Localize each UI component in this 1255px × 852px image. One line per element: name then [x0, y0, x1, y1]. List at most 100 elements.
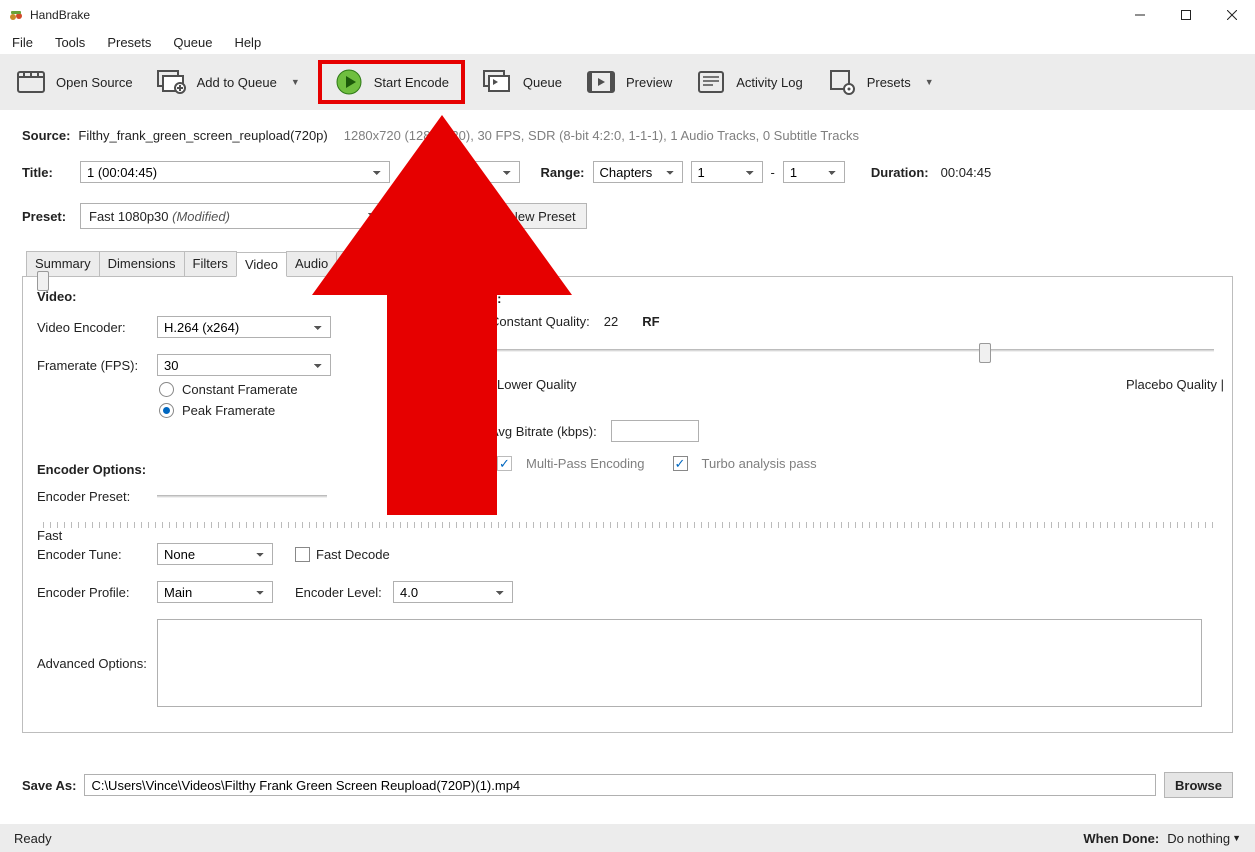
encoder-preset-label: Encoder Preset:	[37, 489, 157, 504]
range-label: Range:	[540, 165, 584, 180]
duration-label: Duration:	[871, 165, 929, 180]
activity-log-label: Activity Log	[736, 75, 802, 90]
preset-reload-button[interactable]: Reload	[393, 203, 456, 229]
radio-off-icon	[159, 382, 174, 397]
save-as-row: Save As: Browse	[22, 772, 1233, 798]
turbo-label: Turbo analysis pass	[702, 456, 817, 471]
menu-tools[interactable]: Tools	[53, 33, 87, 52]
play-icon	[334, 70, 364, 94]
constant-fr-label: Constant Framerate	[182, 382, 298, 397]
tab-subtitles[interactable]: Subtitles	[336, 251, 404, 276]
status-text: Ready	[14, 831, 52, 846]
preset-row: Preset: Fast 1080p30 (Modified) Reload S…	[22, 203, 1233, 229]
encoder-label: Video Encoder:	[37, 320, 157, 335]
presets-icon	[827, 70, 857, 94]
preview-label: Preview	[626, 75, 672, 90]
presets-button[interactable]: Presets ▼	[821, 66, 940, 98]
add-queue-icon	[157, 70, 187, 94]
avg-bitrate-label: Avg Bitrate (kbps):	[490, 424, 597, 439]
range-from-select[interactable]: 1	[691, 161, 763, 183]
minimize-button[interactable]	[1117, 0, 1163, 30]
start-encode-button[interactable]: Start Encode	[318, 60, 465, 104]
tab-audio[interactable]: Audio	[286, 251, 337, 276]
angle-select[interactable]: 1	[458, 161, 520, 183]
preset-select[interactable]: Fast 1080p30 (Modified)	[80, 203, 385, 229]
tab-dimensions[interactable]: Dimensions	[99, 251, 185, 276]
activity-log-button[interactable]: Activity Log	[690, 66, 808, 98]
preset-name: Fast 1080p30	[89, 209, 169, 224]
save-as-input[interactable]	[84, 774, 1156, 796]
start-encode-label: Start Encode	[374, 75, 449, 90]
queue-icon	[483, 70, 513, 94]
fps-select[interactable]: 30	[157, 354, 331, 376]
multipass-checkbox[interactable]	[497, 456, 512, 471]
tab-chapters[interactable]: Chapters	[403, 251, 474, 276]
window-controls	[1117, 0, 1255, 30]
preview-button[interactable]: Preview	[580, 66, 678, 98]
avg-bitrate-radio[interactable]	[461, 424, 476, 439]
title-select[interactable]: 1 (00:04:45)	[80, 161, 390, 183]
advanced-options-label: Advanced Options:	[37, 656, 157, 671]
when-done-value: Do nothing	[1167, 831, 1230, 846]
duration-value: 00:04:45	[941, 165, 992, 180]
log-icon	[696, 70, 726, 94]
range-type-select[interactable]: Chapters	[593, 161, 683, 183]
chevron-down-icon[interactable]: ▼	[291, 77, 300, 87]
fps-label: Framerate (FPS):	[37, 358, 157, 373]
avg-bitrate-input[interactable]	[611, 420, 699, 442]
range-dash: -	[771, 165, 775, 180]
tab-video[interactable]: Video	[236, 252, 287, 277]
cq-unit: RF	[642, 314, 659, 329]
encoder-preset-slider[interactable]	[157, 495, 327, 498]
menu-help[interactable]: Help	[232, 33, 263, 52]
maximize-button[interactable]	[1163, 0, 1209, 30]
queue-button[interactable]: Queue	[477, 66, 568, 98]
open-source-button[interactable]: Open Source	[10, 66, 139, 98]
title-row: Title: 1 (00:04:45) Angle: 1 Range: Chap…	[22, 161, 1233, 183]
encoder-tune-label: Encoder Tune:	[37, 547, 157, 562]
menubar: File Tools Presets Queue Help	[0, 30, 1255, 54]
encoder-profile-select[interactable]: Main	[157, 581, 273, 603]
fast-decode-checkbox[interactable]	[295, 547, 310, 562]
radio-on-icon	[159, 403, 174, 418]
source-label: Source:	[22, 128, 70, 143]
quality-slider[interactable]	[497, 349, 1214, 361]
tabs: Summary Dimensions Filters Video Audio S…	[22, 251, 1233, 277]
peak-fr-label: Peak Framerate	[182, 403, 275, 418]
preset-save-button[interactable]: Save New Preset	[464, 203, 586, 229]
chevron-down-icon[interactable]: ▼	[1232, 833, 1241, 843]
quality-section: Quality: Constant Quality: 22 RF Lower Q…	[453, 291, 1232, 471]
menu-presets[interactable]: Presets	[105, 33, 153, 52]
turbo-checkbox[interactable]	[673, 456, 688, 471]
quality-heading: Quality:	[453, 291, 1232, 306]
open-source-label: Open Source	[56, 75, 133, 90]
browse-button[interactable]: Browse	[1164, 772, 1233, 798]
encoder-tune-select[interactable]: None	[157, 543, 273, 565]
constant-quality-label: Constant Quality:	[490, 314, 590, 329]
advanced-options-input[interactable]	[157, 619, 1202, 707]
menu-file[interactable]: File	[10, 33, 35, 52]
range-to-select[interactable]: 1	[783, 161, 845, 183]
tab-filters[interactable]: Filters	[184, 251, 237, 276]
encoder-level-label: Encoder Level:	[295, 585, 393, 600]
presets-label: Presets	[867, 75, 911, 90]
encoder-select[interactable]: H.264 (x264)	[157, 316, 331, 338]
preview-icon	[586, 70, 616, 94]
angle-label: Angle:	[410, 165, 450, 180]
lower-quality-label: Lower Quality	[497, 377, 576, 392]
multipass-label: Multi-Pass Encoding	[526, 456, 645, 471]
add-queue-button[interactable]: Add to Queue ▼	[151, 66, 306, 98]
chevron-down-icon[interactable]: ▼	[925, 77, 934, 87]
encoder-level-select[interactable]: 4.0	[393, 581, 513, 603]
menu-queue[interactable]: Queue	[171, 33, 214, 52]
source-row: Source: Filthy_frank_green_screen_reuplo…	[22, 128, 1233, 143]
preset-modified: (Modified)	[172, 209, 230, 224]
add-queue-label: Add to Queue	[197, 75, 277, 90]
source-name: Filthy_frank_green_screen_reupload(720p)	[78, 128, 327, 143]
close-button[interactable]	[1209, 0, 1255, 30]
when-done-label: When Done:	[1083, 831, 1159, 846]
titlebar: HandBrake	[0, 0, 1255, 30]
film-icon	[16, 70, 46, 94]
constant-quality-radio[interactable]	[461, 314, 476, 329]
preset-label: Preset:	[22, 209, 72, 224]
